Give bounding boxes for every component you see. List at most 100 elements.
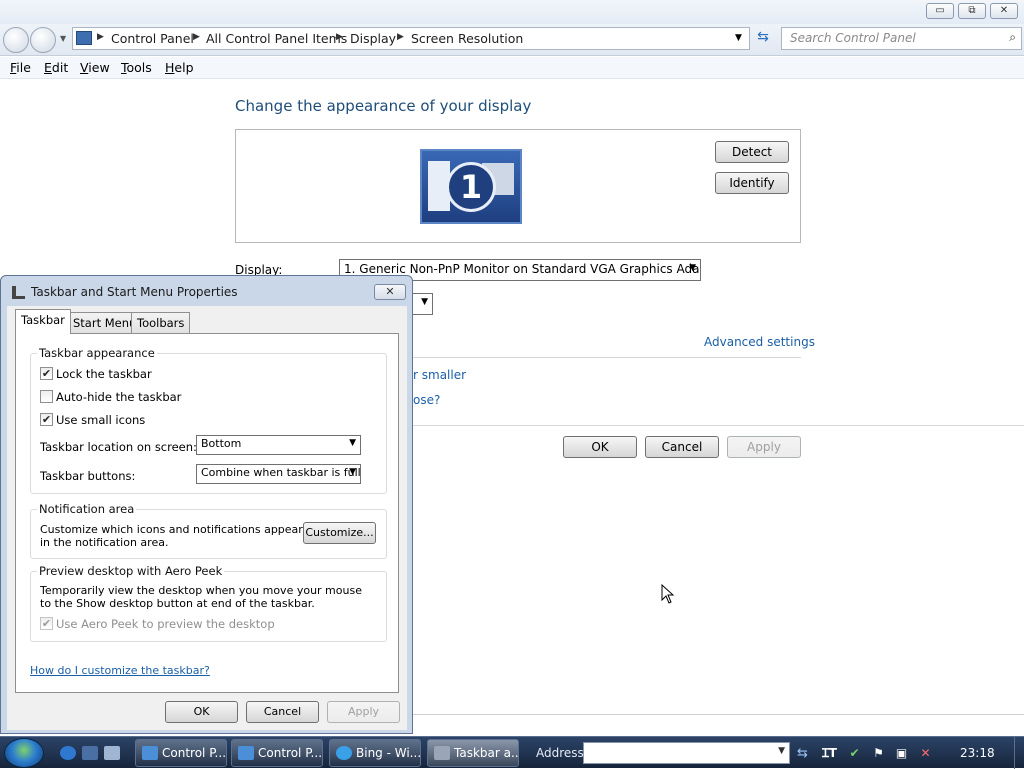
identify-button[interactable]: Identify: [715, 172, 789, 194]
taskbar-location-select[interactable]: Bottom ▼: [196, 435, 361, 455]
language-bar-icon[interactable]: ꞮT: [822, 746, 837, 761]
breadcrumb-control-panel[interactable]: Control Panel: [111, 31, 194, 46]
dialog-title: Taskbar and Start Menu Properties: [31, 285, 238, 299]
taskbar-address-input[interactable]: ▼: [583, 742, 790, 764]
menu-edit[interactable]: Edit: [44, 60, 68, 75]
status-divider: [413, 714, 1024, 715]
taskbar-button-label: Control P...: [162, 746, 227, 760]
windows-taskbar: Control P... Control P... Bing - Wi... T…: [0, 736, 1024, 769]
ok-button[interactable]: OK: [563, 436, 637, 458]
control-panel-icon: [238, 746, 254, 760]
network-icon[interactable]: ▣: [894, 746, 909, 761]
menu-bar: File Edit View Tools Help: [0, 57, 1024, 79]
customize-button[interactable]: Customize...: [303, 522, 376, 544]
mouse-cursor-icon: [661, 584, 675, 604]
menu-help[interactable]: Help: [165, 60, 194, 75]
volume-muted-icon[interactable]: ✕: [918, 746, 933, 761]
customize-help-link[interactable]: How do I customize the taskbar?: [30, 664, 210, 677]
lock-taskbar-checkbox[interactable]: ✔: [40, 367, 53, 380]
breadcrumb-separator-icon: ▶: [97, 32, 104, 42]
taskbar-location-label: Taskbar location on screen:: [40, 440, 197, 454]
advanced-settings-link[interactable]: Advanced settings: [704, 335, 815, 349]
notification-area-text: Customize which icons and notifications …: [40, 523, 303, 549]
display-select-value: 1. Generic Non-PnP Monitor on Standard V…: [344, 262, 701, 276]
taskbar-tab-panel: Taskbar appearance ✔ Lock the taskbar Au…: [15, 333, 399, 693]
control-panel-icon: [142, 746, 158, 760]
notification-area-group: Notification area Customize which icons …: [30, 502, 387, 559]
page-title: Change the appearance of your display: [235, 97, 532, 115]
menu-file[interactable]: File: [10, 60, 31, 75]
dialog-cancel-button[interactable]: Cancel: [246, 701, 319, 723]
search-icon[interactable]: ⌕: [1009, 30, 1016, 45]
taskbar-button-taskbar-properties[interactable]: Taskbar a...: [427, 739, 519, 767]
address-bar[interactable]: ▶ Control Panel ▶ All Control Panel Item…: [72, 27, 750, 50]
dialog-ok-button[interactable]: OK: [165, 701, 238, 723]
taskbar-button-label: Control P...: [258, 746, 323, 760]
lock-taskbar-label: Lock the taskbar: [56, 367, 152, 381]
security-shield-icon[interactable]: ✔: [847, 746, 862, 761]
taskbar-button-bing[interactable]: Bing - Wi...: [329, 739, 421, 767]
monitor-1-icon[interactable]: 1: [420, 149, 522, 224]
divider: [413, 425, 1024, 426]
settings-help-link[interactable]: ose?: [413, 393, 440, 407]
aero-peek-checkbox-label: Use Aero Peek to preview the desktop: [56, 617, 275, 631]
chevron-down-icon[interactable]: ▼: [778, 746, 785, 756]
dialog-apply-button[interactable]: Apply: [327, 701, 400, 723]
chevron-down-icon: ▼: [689, 263, 696, 273]
search-placeholder: Search Control Panel: [790, 31, 916, 45]
menu-view[interactable]: View: [80, 60, 110, 75]
aero-peek-checkbox[interactable]: ✔: [40, 617, 53, 630]
auto-hide-label: Auto-hide the taskbar: [56, 390, 182, 404]
taskbar-appearance-label: Taskbar appearance: [37, 346, 157, 360]
dialog-body: Taskbar Start Menu Toolbars Taskbar appe…: [7, 306, 407, 730]
breadcrumb-screen-resolution[interactable]: Screen Resolution: [411, 31, 523, 46]
breadcrumb-display[interactable]: Display: [350, 31, 396, 46]
taskbar-button-label: Taskbar a...: [454, 746, 519, 760]
taskbar-location-value: Bottom: [201, 437, 242, 450]
tab-taskbar[interactable]: Taskbar: [15, 309, 71, 334]
taskbar-buttons-value: Combine when taskbar is full: [201, 466, 361, 479]
minimize-button[interactable]: ▭: [926, 3, 954, 19]
back-button[interactable]: [3, 27, 29, 53]
action-center-flag-icon[interactable]: ⚑: [871, 746, 886, 761]
aero-peek-group: Preview desktop with Aero Peek Temporari…: [30, 564, 387, 642]
dialog-close-button[interactable]: ✕: [374, 284, 406, 300]
monitor-number: 1: [446, 162, 496, 212]
close-button[interactable]: ✕: [990, 3, 1018, 19]
taskbar-button-control-panel-1[interactable]: Control P...: [135, 739, 227, 767]
text-size-link[interactable]: r smaller: [413, 368, 466, 382]
restore-button[interactable]: ⧉: [958, 3, 986, 19]
address-dropdown-icon[interactable]: ▼: [735, 33, 742, 43]
start-button[interactable]: [4, 738, 44, 768]
small-icons-checkbox[interactable]: ✔: [40, 413, 53, 426]
show-desktop-button[interactable]: [1014, 737, 1024, 769]
taskbar-buttons-label: Taskbar buttons:: [40, 469, 136, 483]
menu-tools[interactable]: Tools: [121, 60, 152, 75]
monitor-preview-panel: 1 Detect Identify: [235, 129, 801, 243]
auto-hide-checkbox[interactable]: [40, 390, 53, 403]
switch-windows-icon[interactable]: [104, 746, 120, 760]
aero-peek-text: Temporarily view the desktop when you mo…: [40, 584, 362, 610]
breadcrumb-separator-icon: ▶: [336, 32, 343, 42]
breadcrumb-separator-icon: ▶: [193, 32, 200, 42]
taskbar-button-control-panel-2[interactable]: Control P...: [231, 739, 323, 767]
cancel-button[interactable]: Cancel: [645, 436, 719, 458]
apply-button[interactable]: Apply: [727, 436, 801, 458]
window-title-bar: ▭ ⧉ ✕: [0, 0, 1024, 24]
tab-toolbars[interactable]: Toolbars: [131, 312, 191, 333]
system-clock[interactable]: 23:18: [960, 746, 995, 760]
forward-button[interactable]: [30, 27, 56, 53]
show-desktop-icon[interactable]: [82, 746, 98, 760]
internet-explorer-icon: [336, 746, 352, 760]
internet-explorer-icon[interactable]: [60, 746, 76, 760]
detect-button[interactable]: Detect: [715, 141, 789, 163]
taskbar-buttons-select[interactable]: Combine when taskbar is full ▼: [196, 464, 361, 484]
search-input[interactable]: Search Control Panel ⌕: [781, 27, 1022, 50]
breadcrumb-all-items[interactable]: All Control Panel Items: [206, 31, 347, 46]
divider: [413, 357, 801, 358]
recent-pages-chevron-icon[interactable]: ▼: [60, 34, 66, 43]
small-icons-label: Use small icons: [56, 413, 146, 427]
go-arrow-icon[interactable]: ⇆: [795, 746, 810, 761]
aero-peek-label: Preview desktop with Aero Peek: [37, 564, 225, 578]
refresh-icon[interactable]: ⇆: [753, 29, 773, 49]
